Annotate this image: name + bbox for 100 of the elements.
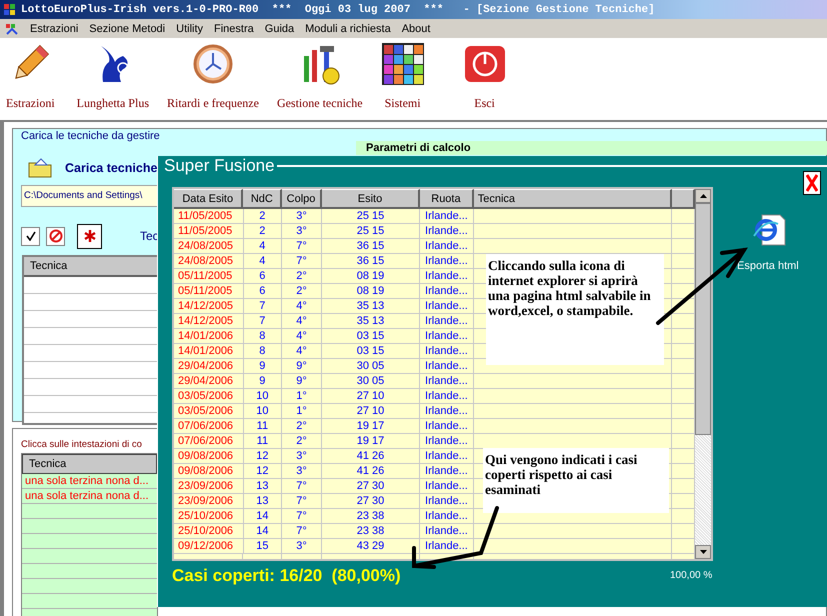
menu-item[interactable]: About (402, 22, 430, 34)
table-cell: 3° (282, 209, 322, 224)
table-cell: 2° (282, 419, 322, 434)
menu-item[interactable]: Utility (176, 22, 204, 34)
table-cell: 13 (244, 479, 282, 494)
table-cell: 7° (282, 524, 322, 539)
table-cell: 13 (244, 494, 282, 509)
callout-note: Cliccando sulla icona di internet explorer si aprirà una pagina html salvabile in word,excel, o stampabile. (486, 254, 664, 365)
table-cell: Irlande... (420, 359, 474, 374)
table-cell: 15 (244, 539, 282, 554)
column-header[interactable]: NdC (243, 189, 282, 209)
table-cell: 03/05/2006 (174, 404, 244, 419)
table-cell: Irlande... (420, 329, 474, 344)
menu-item[interactable]: Finestra (214, 22, 254, 34)
column-header[interactable]: Ruota (420, 189, 474, 209)
table-cell: Irlande... (420, 314, 474, 329)
table-cell: 35 13 (322, 299, 420, 314)
table-cell: 4 (244, 239, 282, 254)
cancel-button[interactable] (46, 226, 65, 246)
table-cell: 09/12/2006 (174, 539, 244, 554)
table-cell: 27 30 (322, 479, 420, 494)
panel-title: Carica le tecniche da gestire (19, 130, 162, 142)
table-cell: 11 (244, 419, 282, 434)
table-cell: 11/05/2005 (174, 209, 244, 224)
table-cell: 4° (282, 299, 322, 314)
table-cell: 7° (282, 494, 322, 509)
table-cell: 25/10/2006 (174, 509, 244, 524)
menu-item[interactable]: Guida (264, 22, 294, 34)
table-cell: 7° (282, 239, 322, 254)
table-cell: Irlande... (420, 434, 474, 449)
table-cell: 08 19 (322, 284, 420, 299)
menu-item[interactable]: Sezione Metodi (89, 22, 166, 34)
table-cell: 29/04/2006 (174, 374, 244, 389)
table-cell: 43 29 (322, 539, 420, 554)
table-cell: 09/08/2006 (174, 464, 244, 479)
table-cell: 7° (282, 509, 322, 524)
table-cell: 07/06/2006 (174, 434, 244, 449)
table-cell: 11/05/2005 (174, 224, 244, 239)
table-cell: 27 10 (322, 389, 420, 404)
column-header[interactable]: Data Esito (174, 189, 244, 209)
close-icon (806, 174, 818, 192)
table-cell: 8 (244, 344, 282, 359)
scroll-down-icon[interactable] (700, 550, 707, 554)
scrollbar-thumb[interactable] (695, 203, 711, 435)
table-cell: Irlande... (420, 419, 474, 434)
table-cell: 3° (282, 449, 322, 464)
grid-icon (380, 42, 425, 86)
table-cell: 23 38 (322, 524, 420, 539)
table-cell: 8 (244, 329, 282, 344)
check-button[interactable] (21, 226, 40, 246)
table-cell: 23/09/2006 (174, 479, 244, 494)
table-cell: 07/06/2006 (174, 419, 244, 434)
table-cell: 03/05/2006 (174, 389, 244, 404)
close-button[interactable] (803, 171, 821, 195)
table-cell: 4° (282, 329, 322, 344)
table-cell: Irlande... (420, 209, 474, 224)
column-header[interactable] (672, 189, 696, 209)
table-cell: 24/08/2005 (174, 254, 244, 269)
table-cell: 36 15 (322, 254, 420, 269)
column-header[interactable]: Tecnica (22, 454, 157, 474)
table-cell: 14/01/2006 (174, 329, 244, 344)
table-cell: 7 (244, 314, 282, 329)
menu-item[interactable]: Estrazioni (30, 22, 78, 34)
table-cell: 2 (244, 209, 282, 224)
table-cell: 4° (282, 314, 322, 329)
table-cell: 27 30 (322, 494, 420, 509)
table-cell: Irlande... (420, 494, 474, 509)
table-cell: Irlande... (420, 464, 474, 479)
export-label[interactable]: Esporta html (737, 260, 799, 272)
table-cell: 30 05 (322, 359, 420, 374)
table-cell: Irlande... (420, 224, 474, 239)
column-header[interactable]: Esito (322, 189, 420, 209)
table-cell: Irlande... (420, 254, 474, 269)
table-cell: 19 17 (322, 419, 420, 434)
params-title: Parametri di calcolo (366, 142, 471, 154)
table-cell: 3° (282, 224, 322, 239)
table-cell: 03 15 (322, 344, 420, 359)
table-cell: 23 38 (322, 509, 420, 524)
column-header[interactable]: Colpo (282, 189, 322, 209)
column-header[interactable]: Tecnica (474, 189, 672, 209)
menu-item[interactable]: Moduli a richiesta (305, 22, 391, 34)
table-cell: 3° (282, 464, 322, 479)
table-cell: Irlande... (420, 539, 474, 554)
table-cell: Irlande... (420, 479, 474, 494)
asterisk-icon (82, 229, 96, 243)
table-cell: 7° (282, 479, 322, 494)
table-cell: 05/11/2005 (174, 284, 244, 299)
load-label[interactable]: Carica tecniche (65, 161, 158, 175)
hint-text: Clicca sulle intestazioni di co (21, 439, 142, 450)
table-cell: Irlande... (420, 524, 474, 539)
table-cell: 25 15 (322, 224, 420, 239)
table-cell: 14 (244, 524, 282, 539)
table-cell: 19 17 (322, 434, 420, 449)
asterisk-button[interactable] (77, 224, 102, 248)
table-cell: 41 26 (322, 449, 420, 464)
table-cell: 9 (244, 359, 282, 374)
table-cell: 25/10/2006 (174, 524, 244, 539)
table-cell: 6 (244, 269, 282, 284)
summary-text: Casi coperti: 16/20 (80,00%) (172, 566, 402, 586)
scroll-up-icon[interactable] (700, 194, 707, 198)
